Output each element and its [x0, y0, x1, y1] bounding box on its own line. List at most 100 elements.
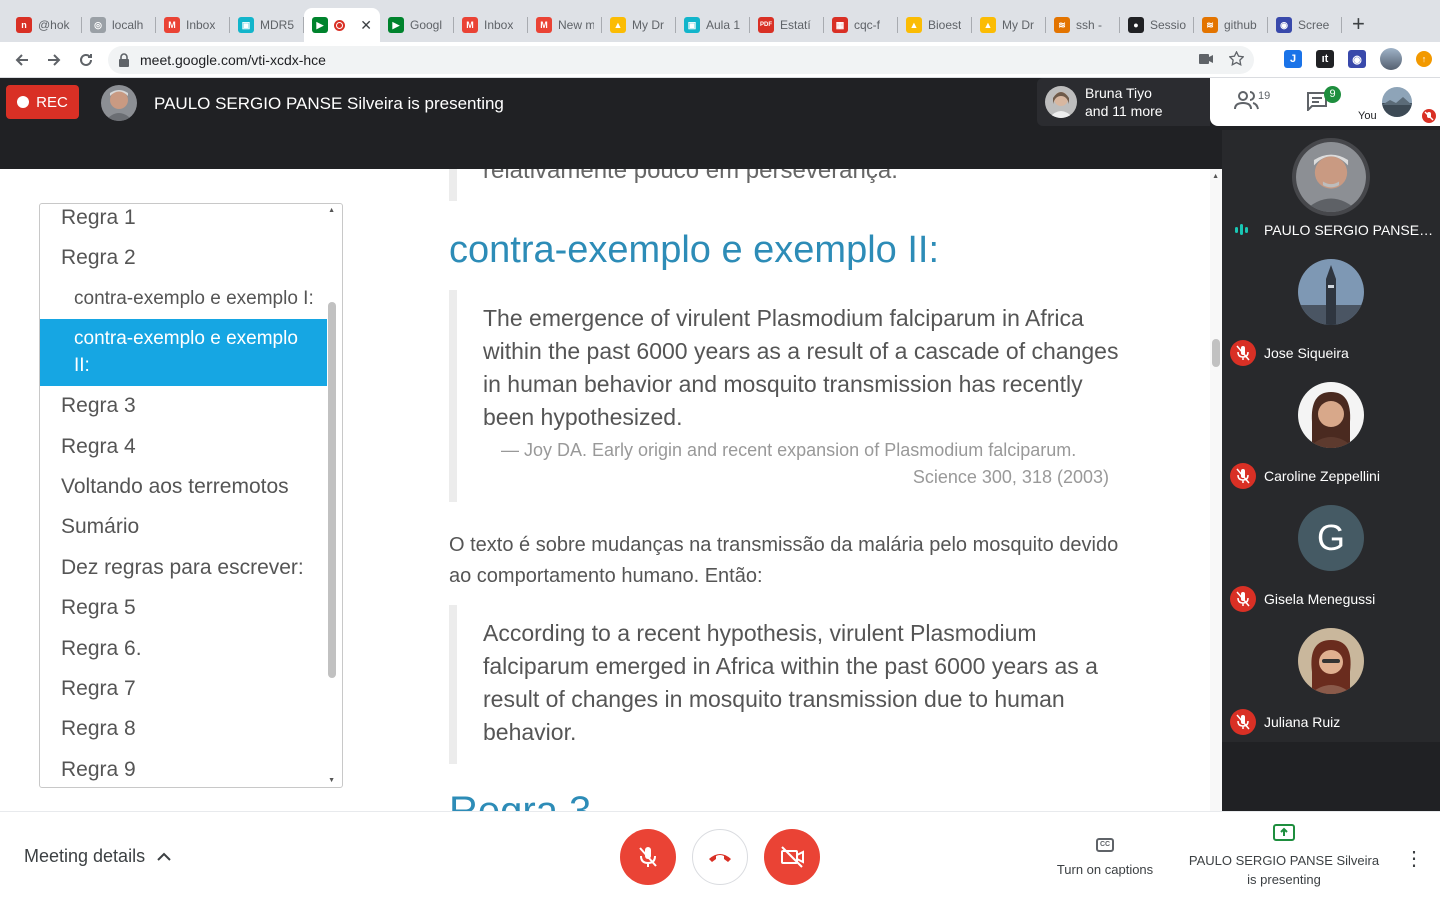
captions-button[interactable]: CC Turn on captions: [1050, 834, 1160, 877]
present-screen-icon: [1273, 824, 1295, 841]
browser-tab[interactable]: ▶ ✕: [304, 8, 380, 42]
slide-toc-list[interactable]: ▲ ▼ Regra 1 Regra 2 contra-exemplo e exemp…: [39, 203, 343, 788]
tab-label: Scree: [1298, 18, 1330, 32]
tab-favicon-icon: ▶: [388, 17, 404, 33]
toc-scroll-thumb[interactable]: [328, 302, 336, 678]
browser-tab[interactable]: ▦ cqc-f: [824, 8, 898, 42]
browser-tab[interactable]: PDF Estatí: [750, 8, 824, 42]
meeting-details-button[interactable]: Meeting details: [24, 846, 171, 867]
tab-favicon-icon: ▲: [980, 17, 996, 33]
next-slide-heading: Regra 3: [449, 789, 592, 811]
self-avatar[interactable]: [1382, 87, 1412, 117]
participant-tile[interactable]: Juliana Ruiz: [1222, 622, 1440, 745]
profile-avatar[interactable]: [1380, 48, 1402, 70]
participant-avatar: G: [1298, 505, 1364, 571]
speaking-indicator-icon: [1235, 224, 1248, 235]
browser-tab[interactable]: ▣ MDR5: [230, 8, 304, 42]
recording-badge[interactable]: REC: [6, 85, 79, 119]
toc-item[interactable]: Regra 4: [40, 427, 327, 467]
toc-item[interactable]: Regra 8: [40, 709, 327, 749]
toc-item[interactable]: Voltando aos terremotos: [40, 467, 327, 507]
participant-avatar: [1298, 628, 1364, 694]
tab-favicon-icon: ▣: [238, 17, 254, 33]
toc-item[interactable]: Regra 1: [40, 204, 327, 238]
toc-item[interactable]: Regra 9: [40, 750, 327, 787]
tab-favicon-icon: ◎: [90, 17, 106, 33]
bookmark-star-icon[interactable]: [1228, 50, 1245, 69]
muted-mic-icon: [1230, 463, 1256, 489]
tab-favicon-icon: ▣: [684, 17, 700, 33]
toc-item[interactable]: Regra 2: [40, 238, 327, 278]
toc-item[interactable]: Regra 3: [40, 386, 327, 426]
previous-text-fragment: relativamente pouco em perseverança.: [483, 169, 898, 184]
participant-preview[interactable]: Bruna Tiyo and 11 more: [1037, 78, 1210, 126]
more-options-icon[interactable]: ⋮: [1404, 846, 1424, 871]
toc-item[interactable]: Regra 6.: [40, 629, 327, 669]
participant-tile[interactable]: PAULO SERGIO PANSE Silveira: [1222, 130, 1440, 253]
browser-tab[interactable]: ● Sessio: [1120, 8, 1194, 42]
self-muted-mic-icon: [1422, 109, 1436, 123]
new-tab-button[interactable]: +: [1352, 8, 1365, 42]
mic-toggle-button[interactable]: [620, 829, 676, 885]
update-icon[interactable]: ↑: [1416, 51, 1432, 67]
browser-tab[interactable]: ≋ ssh -: [1046, 8, 1120, 42]
toc-item[interactable]: Sumário: [40, 507, 327, 547]
presenting-status-button[interactable]: PAULO SERGIO PANSE Silveira is presentin…: [1188, 824, 1380, 889]
tab-recording-icon: [334, 19, 345, 31]
participant-tile[interactable]: G Gisela Menegussi: [1222, 499, 1440, 622]
browser-tab[interactable]: ▲ My Dr: [972, 8, 1046, 42]
toc-item[interactable]: Regra 7: [40, 669, 327, 709]
stage-scroll-thumb[interactable]: [1212, 339, 1220, 367]
extension-icon[interactable]: J: [1284, 50, 1302, 68]
toc-item[interactable]: Dez regras para escrever:: [40, 548, 327, 588]
browser-tab[interactable]: M Inbox: [156, 8, 230, 42]
participant-avatar: [1298, 259, 1364, 325]
reload-icon[interactable]: [70, 44, 102, 76]
browser-tab[interactable]: ▲ Bioest: [898, 8, 972, 42]
tab-label: @hok: [38, 18, 70, 32]
tab-favicon-icon: ▶: [312, 17, 328, 33]
toc-item[interactable]: contra-exemplo e exemplo I:: [40, 279, 327, 319]
browser-tab[interactable]: n @hok: [8, 8, 82, 42]
participants-panel: PAULO SERGIO PANSE Silveira Jose Siqueira…: [1222, 130, 1440, 742]
extension-icon[interactable]: ıt: [1316, 50, 1334, 68]
chat-count-badge: 9: [1324, 86, 1341, 103]
toc-scroll-down-icon[interactable]: ▼: [328, 777, 335, 784]
toc-scrollbar[interactable]: ▲ ▼: [326, 204, 340, 787]
browser-tab[interactable]: ▣ Aula 1: [676, 8, 750, 42]
participant-tile[interactable]: Caroline Zeppellini: [1222, 376, 1440, 499]
tab-favicon-icon: ◉: [1276, 17, 1292, 33]
camera-icon[interactable]: [1199, 51, 1213, 69]
back-icon[interactable]: [6, 44, 38, 76]
preview-name: Bruna Tiyo: [1085, 85, 1152, 101]
tab-label: github: [1224, 18, 1257, 32]
extension-icon[interactable]: ◉: [1348, 50, 1366, 68]
stage-scrollbar[interactable]: ▲: [1210, 169, 1222, 811]
meeting-details-label: Meeting details: [24, 846, 146, 866]
forward-icon[interactable]: [38, 44, 70, 76]
browser-tab[interactable]: ◎ localh: [82, 8, 156, 42]
browser-tab[interactable]: ▲ My Dr: [602, 8, 676, 42]
preview-more: and 11 more: [1085, 103, 1163, 119]
tab-close-icon[interactable]: ✕: [360, 17, 372, 34]
toc-item[interactable]: Regra 5: [40, 588, 327, 628]
browser-tab[interactable]: ▶ Googl: [380, 8, 454, 42]
leave-call-button[interactable]: [692, 829, 748, 885]
tab-favicon-icon: ●: [1128, 17, 1144, 33]
bruna-avatar: [1045, 86, 1077, 118]
tab-label: Sessio: [1150, 18, 1186, 32]
browser-tab[interactable]: M Inbox: [454, 8, 528, 42]
camera-toggle-button[interactable]: [764, 829, 820, 885]
participant-name: Gisela Menegussi: [1264, 591, 1376, 607]
browser-tab[interactable]: M New m: [528, 8, 602, 42]
browser-tab[interactable]: ≋ github: [1194, 8, 1268, 42]
presenting-banner: PAULO SERGIO PANSE Silveira is presentin…: [154, 94, 504, 113]
browser-toolbar: meet.google.com/vti-xcdx-hce Jıt ◉ ↑: [0, 42, 1440, 78]
tab-favicon-icon: M: [536, 17, 552, 33]
toc-item-selected[interactable]: contra-exemplo e exemplo II:: [40, 319, 327, 387]
browser-tab[interactable]: ◉ Scree: [1268, 8, 1342, 42]
address-bar[interactable]: meet.google.com/vti-xcdx-hce: [108, 46, 1254, 74]
stage-scroll-up-icon[interactable]: ▲: [1212, 173, 1219, 180]
participant-tile[interactable]: Jose Siqueira: [1222, 253, 1440, 376]
toc-scroll-up-icon[interactable]: ▲: [328, 207, 335, 214]
